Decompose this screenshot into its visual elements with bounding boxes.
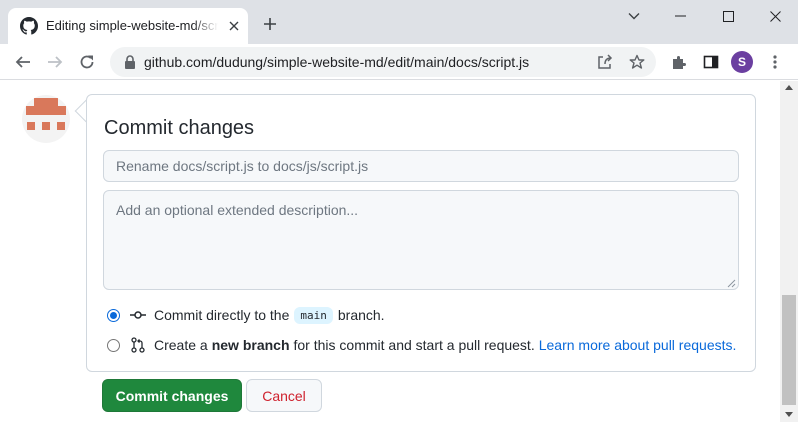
commit-changes-button[interactable]: Commit changes bbox=[102, 379, 242, 412]
tab-title: Editing simple-website-md/script.js at m… bbox=[46, 18, 218, 33]
maximize-icon[interactable] bbox=[705, 0, 751, 32]
git-pull-request-icon bbox=[131, 337, 145, 353]
forward-arrow-icon[interactable] bbox=[43, 50, 67, 74]
share-icon[interactable] bbox=[594, 51, 616, 73]
cancel-button[interactable]: Cancel bbox=[246, 379, 322, 412]
puzzle-icon[interactable] bbox=[667, 50, 691, 74]
avatar[interactable] bbox=[22, 95, 70, 143]
resize-grip-icon[interactable] bbox=[727, 279, 736, 288]
github-icon bbox=[20, 17, 38, 35]
minimize-icon[interactable] bbox=[657, 0, 703, 32]
page-content: Commit changes Commit directly to the ma… bbox=[0, 81, 780, 422]
new-branch-radio[interactable] bbox=[107, 338, 120, 352]
git-commit-icon bbox=[130, 311, 146, 319]
window-close-icon[interactable] bbox=[752, 0, 798, 32]
branch-name-badge: main bbox=[294, 306, 333, 324]
commit-form: Commit changes Commit directly to the ma… bbox=[86, 94, 756, 372]
kebab-menu-icon[interactable] bbox=[763, 50, 787, 74]
page-scrollbar[interactable] bbox=[780, 81, 798, 422]
browser-tab[interactable]: Editing simple-website-md/script.js at m… bbox=[8, 8, 248, 44]
commit-description-input[interactable] bbox=[103, 190, 739, 290]
learn-more-pull-requests-link[interactable]: Learn more about pull requests. bbox=[539, 337, 737, 353]
chevron-down-icon[interactable] bbox=[611, 0, 657, 32]
browser-titlebar: Editing simple-website-md/script.js at m… bbox=[0, 0, 798, 44]
back-arrow-icon[interactable] bbox=[11, 50, 35, 74]
star-icon[interactable] bbox=[626, 51, 648, 73]
commit-direct-option[interactable]: Commit directly to the main branch. bbox=[107, 305, 747, 325]
scrollbar-thumb[interactable] bbox=[782, 295, 796, 405]
commit-form-title: Commit changes bbox=[104, 117, 255, 139]
close-icon[interactable] bbox=[226, 18, 242, 34]
address-bar[interactable]: github.com/dudung/simple-website-md/edit… bbox=[110, 47, 656, 77]
profile-avatar[interactable]: S bbox=[731, 51, 753, 73]
commit-summary-input[interactable] bbox=[103, 150, 739, 182]
new-branch-prefix: Create a bbox=[154, 337, 208, 353]
reload-icon[interactable] bbox=[75, 50, 99, 74]
plus-icon[interactable] bbox=[258, 12, 282, 36]
new-branch-bold: new branch bbox=[211, 337, 290, 353]
scroll-down-icon[interactable] bbox=[785, 412, 793, 418]
side-panel-icon[interactable] bbox=[699, 50, 723, 74]
browser-toolbar: github.com/dudung/simple-website-md/edit… bbox=[0, 44, 798, 80]
lock-icon[interactable] bbox=[122, 54, 138, 70]
commit-direct-radio[interactable] bbox=[107, 308, 120, 322]
identicon-icon bbox=[26, 98, 66, 130]
new-branch-suffix: for this commit and start a pull request… bbox=[293, 337, 535, 353]
new-branch-option[interactable]: Create a new branch for this commit and … bbox=[107, 335, 747, 355]
scroll-up-icon[interactable] bbox=[785, 84, 793, 90]
commit-direct-prefix: Commit directly to the bbox=[154, 307, 290, 323]
commit-direct-suffix: branch. bbox=[337, 307, 385, 323]
url-text[interactable]: github.com/dudung/simple-website-md/edit… bbox=[144, 54, 584, 71]
